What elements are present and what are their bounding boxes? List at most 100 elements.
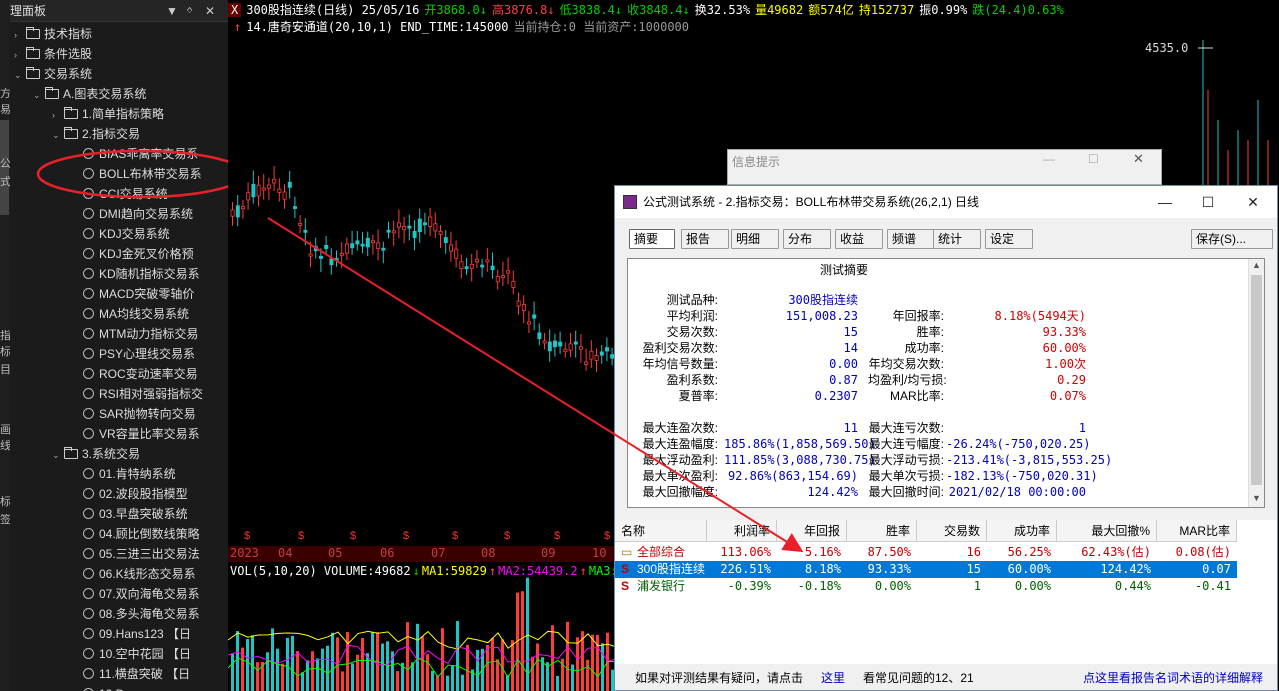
strip-label[interactable]: 公	[0, 158, 10, 171]
summary-label: 胜率:	[916, 325, 944, 339]
minimize-button[interactable]: —	[1155, 186, 1175, 218]
summary-value: 60.00%	[1042, 341, 1086, 355]
summary-value: 124.42%	[807, 485, 858, 499]
grid-cell: -0.39%	[727, 579, 771, 593]
summary-label: 测试品种:	[666, 293, 718, 307]
signal-marker: $	[298, 530, 305, 542]
date-tick: 2023	[230, 546, 259, 560]
grid-cell: 56.25%	[1007, 545, 1051, 559]
strip-label[interactable]: 画	[0, 424, 10, 437]
summary-label: 年均交易次数:	[868, 357, 944, 371]
summary-scrollbar[interactable]: ▲ ▼	[1248, 259, 1264, 507]
close-chart-icon[interactable]: X	[228, 3, 242, 17]
tab-1[interactable]: 报告	[681, 229, 729, 249]
quote-field: 换32.53%	[694, 3, 751, 17]
info-dialog[interactable]: 信息提示 — ☐ ✕	[727, 149, 1162, 185]
tab-7[interactable]: 设定	[985, 229, 1033, 249]
scroll-up-icon[interactable]: ▲	[1252, 260, 1261, 270]
grid-header[interactable]: 交易数	[917, 520, 987, 542]
summary-value: -182.13%(-750,020.31)	[946, 469, 1098, 483]
strip-label[interactable]: 签	[0, 514, 10, 527]
faq-link[interactable]: 这里	[821, 666, 845, 690]
tab-3[interactable]: 分布	[783, 229, 831, 249]
date-tick: 06	[380, 546, 395, 560]
close-icon[interactable]: ✕	[1133, 151, 1144, 167]
grid-row[interactable]: ▭ 全部综合 113.06% 5.16% 87.50% 16 56.25% 62.43%(估)…	[615, 544, 1237, 561]
left-side-strip: 方易公式指标目画线标签	[0, 0, 10, 691]
tab-2[interactable]: 明细	[731, 229, 779, 249]
tab-6[interactable]: 统计	[933, 229, 981, 249]
summary-label: 最大连亏幅度:	[868, 437, 944, 451]
summary-label: 最大单次盈利:	[642, 469, 718, 483]
summary-value: 0.87	[829, 373, 858, 387]
summary-value: 15	[843, 325, 858, 339]
summary-label: MAR比率:	[889, 389, 944, 403]
summary-label: 最大连亏次数:	[868, 421, 944, 435]
summary-value: 11	[843, 421, 858, 435]
strip-label[interactable]: 标	[0, 496, 10, 509]
strip-label[interactable]: 易	[0, 104, 10, 117]
summary-label: 年回报率:	[892, 309, 944, 323]
grid-cell: 124.42%	[1100, 562, 1151, 576]
quote-field: 跌(24.4)0.63%	[972, 3, 1064, 17]
grid-header[interactable]: 成功率	[987, 520, 1057, 542]
strip-label[interactable]: 标	[0, 346, 10, 359]
strip-label[interactable]: 线	[0, 440, 10, 453]
price-label: 4535.0	[1145, 41, 1189, 55]
signal-marker: $	[244, 530, 251, 542]
management-panel: 理面板 ▼ ᛜ ✕ › 技术指标 › 条件选股 ⌄ 交易系统 ⌄ A.图表交易系统 › 1.简单指…	[10, 0, 228, 691]
tab-4[interactable]: 收益	[835, 229, 883, 249]
maximize-icon[interactable]: ☐	[1088, 152, 1099, 166]
summary-value: 1.00次	[1045, 357, 1086, 371]
summary-label: 成功率:	[904, 341, 944, 355]
grid-cell: 0.00%	[874, 579, 911, 593]
scroll-down-icon[interactable]: ▼	[1252, 493, 1261, 503]
grid-cell: 5.16%	[804, 545, 841, 559]
summary-label: 最大单次亏损:	[868, 469, 944, 483]
grid-header[interactable]: 利润率	[707, 520, 777, 542]
grid-cell: 87.50%	[867, 545, 911, 559]
grid-cell: -0.41	[1194, 579, 1231, 593]
strip-label[interactable]: 目	[0, 364, 10, 377]
scroll-thumb[interactable]	[1251, 275, 1262, 485]
summary-label: 最大回撤幅度:	[642, 485, 718, 499]
minimize-icon[interactable]: —	[1043, 152, 1055, 166]
summary-label: 最大连盈幅度:	[642, 437, 718, 451]
signal-marker: $	[554, 530, 561, 542]
grid-header[interactable]: 最大回撤%	[1057, 520, 1157, 542]
summary-value: 8.18%(5494天)	[994, 309, 1086, 323]
grid-header[interactable]: 名称	[615, 520, 707, 542]
system-field: 当前持仓:0 当前资产:1000000	[513, 20, 690, 34]
grid-row[interactable]: S 300股指连续 226.51% 8.18% 93.33% 15 60.00% 124.42…	[615, 561, 1237, 578]
strip-label[interactable]: 指	[0, 330, 10, 343]
save-button[interactable]: 保存(S)...	[1191, 229, 1273, 249]
tab-5[interactable]: 频谱	[887, 229, 935, 249]
summary-label: 盈利系数:	[666, 373, 718, 387]
grid-row[interactable]: S 浦发银行 -0.39% -0.18% 0.00% 1 0.00% 0.44% -0.41	[615, 578, 1237, 595]
grid-header[interactable]: 胜率	[847, 520, 917, 542]
signal-marker: $	[403, 530, 410, 542]
vol-field: MA2:54439.2	[498, 564, 578, 578]
strip-label[interactable]: 式	[0, 176, 10, 189]
highlight-ellipse	[36, 149, 228, 199]
dialog-title: 公式测试系统 - 2.指标交易：BOLL布林带交易系统(26,2,1) 日线	[643, 195, 980, 209]
signal-marker: $	[350, 530, 357, 542]
maximize-button[interactable]: ☐	[1198, 186, 1218, 218]
glossary-link[interactable]: 点这里看报告名词术语的详细解释	[1083, 666, 1263, 690]
tab-0[interactable]: 摘要	[629, 229, 675, 249]
signal-marker: $	[604, 530, 611, 542]
close-button[interactable]: ✕	[1243, 186, 1263, 218]
summary-panel: 测试摘要 测试品种: 300股指连续 平均利润: 151,008.23 年回报率: 8.1…	[627, 258, 1265, 508]
app-icon	[623, 195, 637, 209]
summary-value: -26.24%(-750,020.25)	[946, 437, 1091, 451]
grid-cell: 16	[966, 545, 981, 559]
grid-header[interactable]: 年回报	[777, 520, 847, 542]
vol-field: MA1:59829	[421, 564, 487, 578]
grid-cell: 0.00%	[1014, 579, 1051, 593]
summary-label: 平均利润:	[666, 309, 718, 323]
stock-icon: S	[621, 562, 630, 576]
grid-header[interactable]: MAR比率	[1157, 520, 1237, 542]
grid-cell: 0.08(估)	[1175, 545, 1231, 559]
footer-text: 如果对评测结果有疑问，请点击	[635, 671, 804, 685]
strip-label[interactable]: 方	[0, 88, 10, 101]
